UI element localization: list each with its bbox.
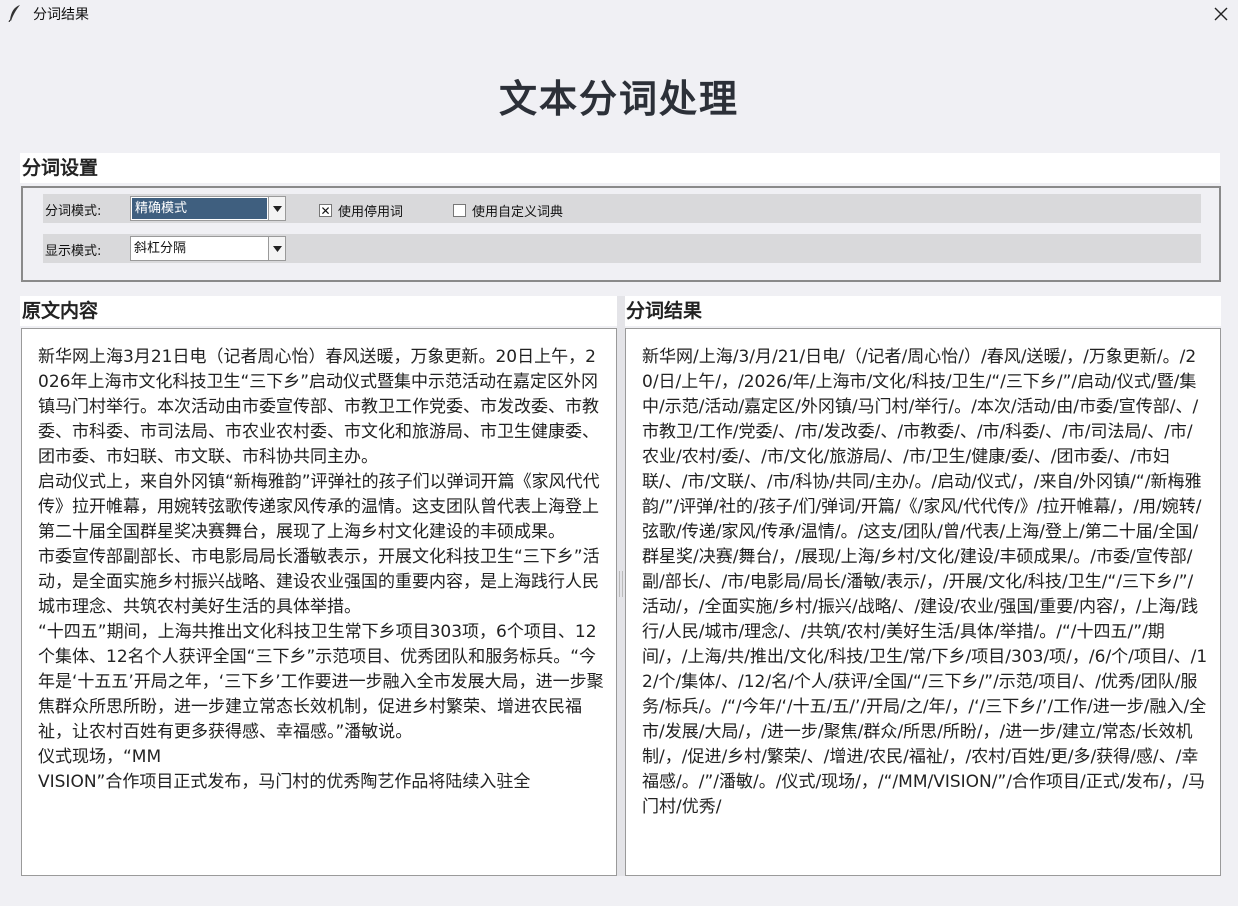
use-custom-dict-label: 使用自定义词典: [472, 205, 564, 220]
result-text-content: 新华网/上海/3/月/21/日电/（/记者/周心怡/）/春风/送暖/，/万象更新…: [642, 347, 1208, 817]
pane-splitter[interactable]: [617, 296, 625, 876]
use-stopwords-label: 使用停用词: [338, 205, 404, 220]
segment-mode-label: 分词模式:: [45, 204, 102, 219]
splitter-grip-icon[interactable]: [619, 571, 623, 597]
dropdown-arrow-icon[interactable]: [268, 237, 285, 260]
use-custom-dict-checkbox[interactable]: 使用自定义词典: [453, 201, 563, 220]
display-mode-label: 显示模式:: [45, 244, 102, 259]
display-mode-row: 显示模式: 斜杠分隔: [43, 234, 1201, 263]
segment-mode-row: 分词模式: 精确模式 ✕ 使用停用词 使用自定义词典: [43, 194, 1201, 223]
original-text-area[interactable]: 新华网上海3月21日电（记者周心怡）春风送暖，万象更新。20日上午，2026年上…: [21, 328, 617, 876]
title-bar: 分词结果: [0, 0, 1238, 28]
result-text-title: 分词结果: [624, 296, 1221, 326]
checkbox-checked-icon[interactable]: ✕: [319, 204, 332, 217]
settings-panel: 分词模式: 精确模式 ✕ 使用停用词 使用自定义词典 显示模式: 斜杠分隔: [21, 186, 1221, 282]
segment-mode-select[interactable]: 精确模式: [130, 196, 286, 221]
page-title: 文本分词处理: [498, 77, 739, 121]
use-stopwords-checkbox[interactable]: ✕ 使用停用词: [319, 201, 403, 220]
dropdown-arrow-icon[interactable]: [268, 197, 285, 220]
close-button[interactable]: [1208, 2, 1234, 26]
feather-icon: [8, 4, 22, 23]
original-text-title: 原文内容: [20, 296, 617, 326]
settings-section-title: 分词设置: [20, 153, 1220, 183]
checkbox-unchecked-icon[interactable]: [453, 204, 466, 217]
segment-mode-value: 精确模式: [132, 198, 267, 219]
result-text-area[interactable]: 新华网/上海/3/月/21/日电/（/记者/周心怡/）/春风/送暖/，/万象更新…: [625, 328, 1221, 876]
close-icon: [1214, 7, 1228, 21]
display-mode-select[interactable]: 斜杠分隔: [130, 236, 286, 261]
original-text-content: 新华网上海3月21日电（记者周心怡）春风送暖，万象更新。20日上午，2026年上…: [38, 347, 604, 792]
window-title: 分词结果: [33, 7, 89, 23]
display-mode-value: 斜杠分隔: [134, 241, 187, 256]
